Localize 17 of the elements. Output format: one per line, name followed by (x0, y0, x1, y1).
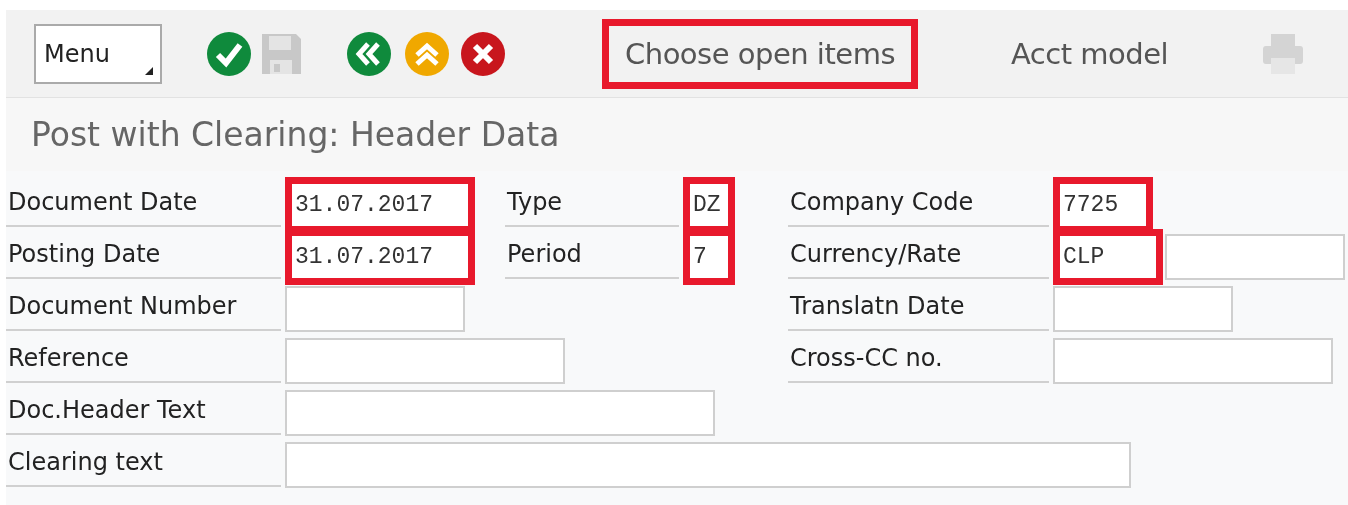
field-label: Reference (6, 335, 281, 383)
field-label: Clearing text (6, 439, 281, 487)
field-label: Document Number (6, 283, 281, 331)
toolbar-button[interactable]: Choose open items (602, 18, 918, 89)
field-label: Posting Date (6, 231, 281, 279)
menu-button[interactable]: Menu (34, 23, 162, 84)
page-title: Post with Clearing: Header Data (31, 115, 560, 154)
field-label: Cross-CC no. (788, 335, 1049, 383)
toolbar-button[interactable]: Acct model (988, 18, 1192, 89)
field-label: Type (505, 179, 679, 227)
field-label: Company Code (788, 179, 1049, 227)
field-label: Document Date (6, 179, 281, 227)
field-label: Currency/Rate (788, 231, 1049, 279)
field-label: Period (505, 231, 679, 279)
field-label: Translatn Date (788, 283, 1049, 331)
field-label: Doc.Header Text (6, 387, 281, 435)
input-field[interactable]: CLP (1053, 229, 1163, 285)
